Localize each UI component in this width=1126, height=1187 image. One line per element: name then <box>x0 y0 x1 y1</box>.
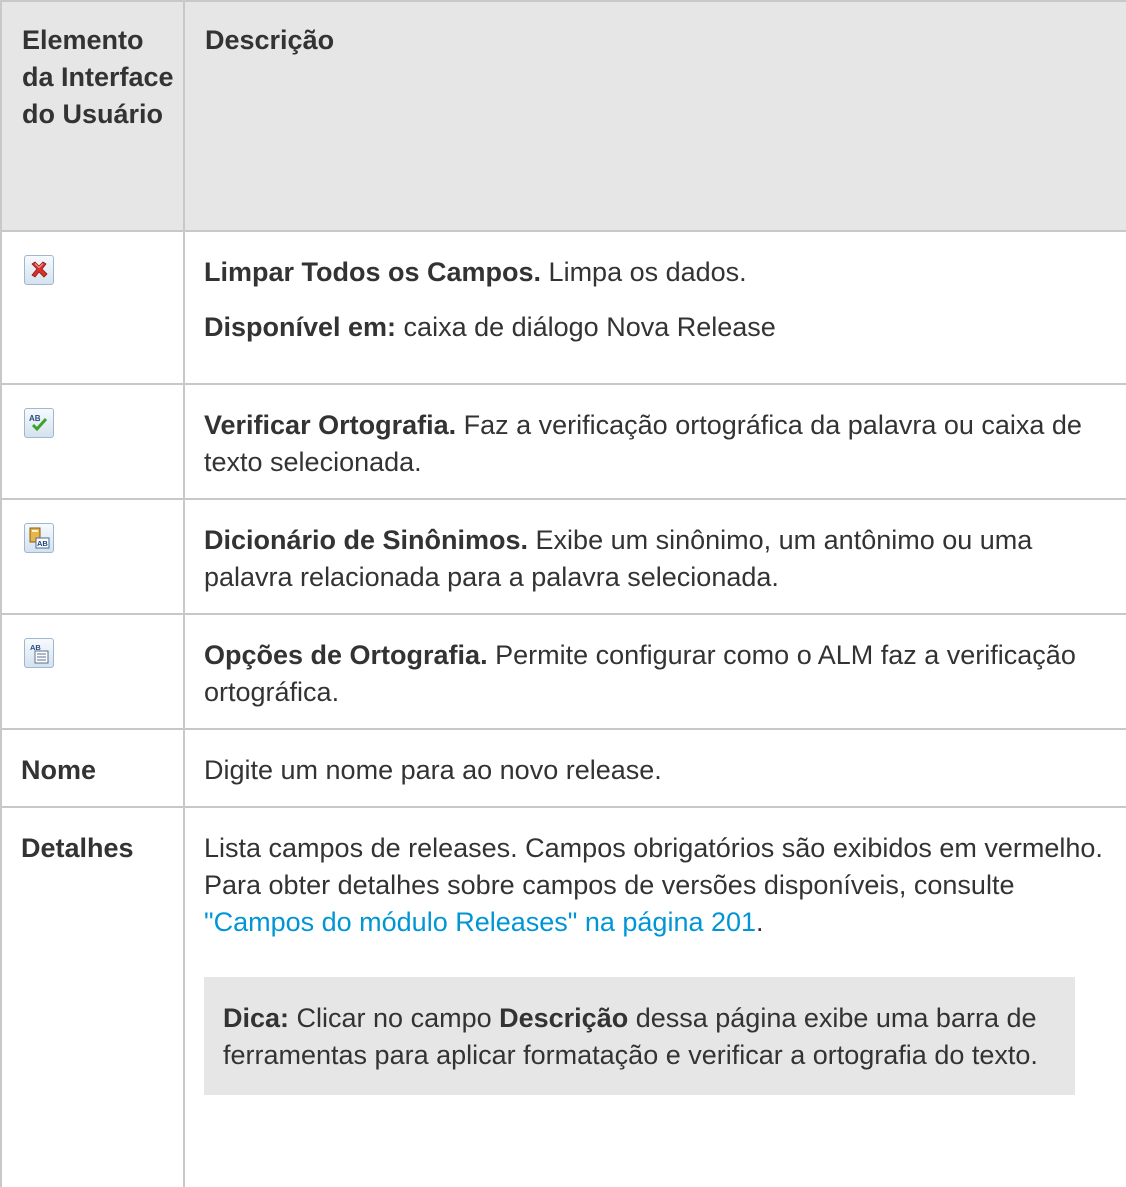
availability-label: Disponível em: <box>204 312 397 342</box>
table-cell-description: Lista campos de releases. Campos obrigat… <box>183 806 1126 1187</box>
table-cell-description: Verificar Ortografia. Faz a verificação … <box>183 383 1126 499</box>
details-text: Lista campos de releases. Campos obrigat… <box>204 833 1103 900</box>
header-cell-ui-element: Elemento da Interface do Usuário <box>0 0 184 231</box>
clear-all-fields-description: Limpar Todos os Campos. Limpa os dados. <box>204 254 1107 291</box>
clear-all-fields-icon <box>24 255 54 285</box>
table-row: Detalhes Lista campos de releases. Campo… <box>0 806 1126 1187</box>
clear-all-fields-title: Limpar Todos os Campos. <box>204 257 542 287</box>
table-cell-icon: AB <box>0 498 184 614</box>
spelling-options-icon: AB <box>24 638 54 668</box>
details-description: Lista campos de releases. Campos obrigat… <box>204 830 1107 941</box>
thesaurus-icon: AB <box>24 523 54 553</box>
table-cell-description: Limpar Todos os Campos. Limpa os dados. … <box>183 230 1126 384</box>
table-cell-description: Digite um nome para ao novo release. <box>183 728 1126 807</box>
header-ui-element-label: Elemento da Interface do Usuário <box>22 25 174 129</box>
name-description: Digite um nome para ao novo release. <box>204 755 662 785</box>
table-row: AB Opções de Ortografia. Permite configu… <box>0 613 1126 729</box>
table-row: AB Verificar Ortografia. Faz a verificaç… <box>0 383 1126 499</box>
header-description-label: Descrição <box>205 25 335 55</box>
ui-elements-table: Elemento da Interface do Usuário Descriç… <box>0 0 1126 1187</box>
check-spelling-description: Verificar Ortografia. Faz a verificação … <box>204 407 1107 481</box>
table-cell-description: Opções de Ortografia. Permite configurar… <box>183 613 1126 729</box>
table-cell-label: Detalhes <box>0 806 184 1187</box>
tip-text-1: Clicar no campo <box>289 1003 500 1033</box>
tip-text: Dica: Clicar no campo Descrição dessa pá… <box>223 1000 1056 1074</box>
availability-text: caixa de diálogo Nova Release <box>396 312 776 342</box>
table-cell-icon <box>0 230 184 384</box>
check-spelling-icon: AB <box>24 408 54 438</box>
thesaurus-description: Dicionário de Sinônimos. Exibe um sinôni… <box>204 522 1107 596</box>
tip-box: Dica: Clicar no campo Descrição dessa pá… <box>204 977 1075 1095</box>
table-header-row: Elemento da Interface do Usuário Descriç… <box>0 0 1126 231</box>
clear-all-fields-text: Limpa os dados. <box>541 257 747 287</box>
table-row: AB Dicionário de Sinônimos. Exibe um sin… <box>0 498 1126 614</box>
table-row: Limpar Todos os Campos. Limpa os dados. … <box>0 230 1126 384</box>
table-row: Nome Digite um nome para ao novo release… <box>0 728 1126 807</box>
table-cell-label: Nome <box>0 728 184 807</box>
releases-fields-link[interactable]: "Campos do módulo Releases" na página 20… <box>204 907 756 937</box>
spelling-options-title: Opções de Ortografia. <box>204 640 488 670</box>
svg-text:AB: AB <box>37 539 48 548</box>
thesaurus-title: Dicionário de Sinônimos. <box>204 525 529 555</box>
table-cell-icon: AB <box>0 613 184 729</box>
tip-bold-word: Descrição <box>499 1003 629 1033</box>
name-label: Nome <box>21 755 97 785</box>
spelling-options-description: Opções de Ortografia. Permite configurar… <box>204 637 1107 711</box>
details-text-end: . <box>756 907 764 937</box>
table-cell-icon: AB <box>0 383 184 499</box>
svg-text:AB: AB <box>29 414 41 423</box>
details-label: Detalhes <box>21 833 134 863</box>
table-cell-description: Dicionário de Sinônimos. Exibe um sinôni… <box>183 498 1126 614</box>
tip-label: Dica: <box>223 1003 290 1033</box>
clear-all-fields-availability: Disponível em: caixa de diálogo Nova Rel… <box>204 309 1107 346</box>
header-cell-description: Descrição <box>183 0 1126 231</box>
check-spelling-title: Verificar Ortografia. <box>204 410 457 440</box>
